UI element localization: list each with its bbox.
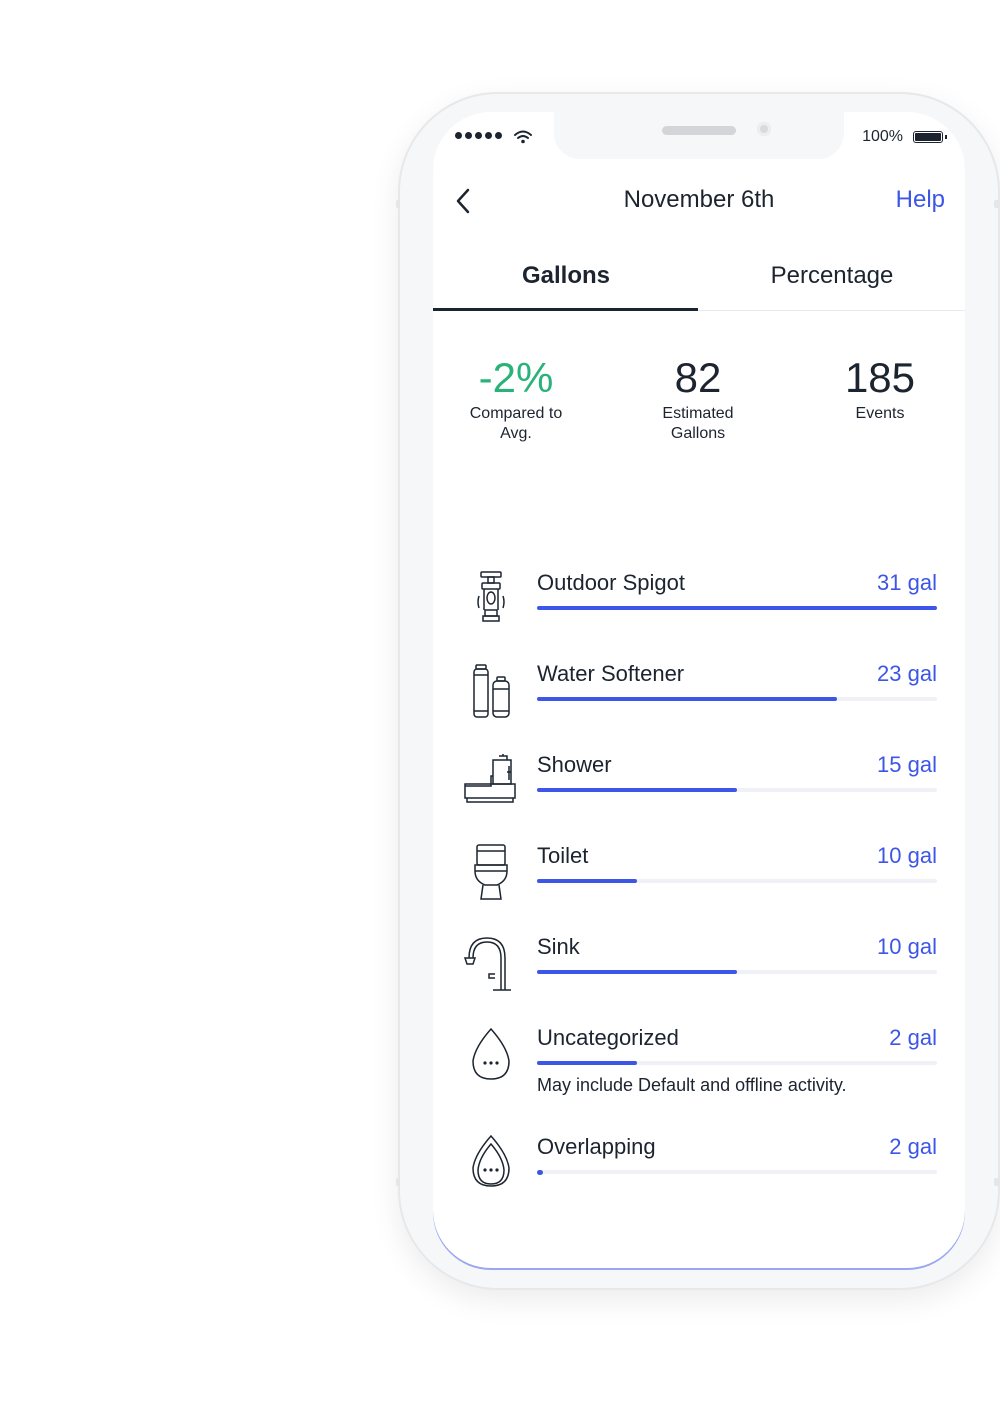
stat-events: 185 Events (805, 352, 955, 424)
nav-bar: November 6th Help (433, 176, 965, 226)
usage-bar-fill (537, 788, 737, 792)
category-value: 10 gal (877, 934, 937, 959)
category-value: 10 gal (877, 843, 937, 868)
spigot-icon (477, 571, 505, 622)
stat-value: -2% (478, 354, 554, 401)
phone-side-button (994, 1178, 1000, 1186)
stat-value: 185 (844, 354, 916, 401)
category-row[interactable]: Sink 10 gal (433, 934, 965, 1014)
overlapping-drop-icon (472, 1134, 510, 1187)
tab-bar: Gallons Percentage (433, 250, 965, 311)
signal-icon (455, 132, 502, 139)
category-row[interactable]: Uncategorized 2 gal May include Default … (433, 1025, 965, 1105)
toilet-icon (474, 844, 508, 900)
category-name: Outdoor Spigot (537, 570, 685, 595)
usage-bar-track (537, 879, 937, 883)
usage-bar-fill (537, 879, 637, 883)
usage-bar-track (537, 970, 937, 974)
usage-bar-fill (537, 606, 937, 610)
stat-label: Estimated Gallons (662, 405, 734, 442)
category-value: 15 gal (877, 752, 937, 777)
category-row[interactable]: Overlapping 2 gal (433, 1134, 965, 1214)
usage-bar-track (537, 788, 937, 792)
tab-percentage[interactable]: Percentage (699, 262, 965, 290)
category-row[interactable]: Outdoor Spigot 31 gal (433, 570, 965, 650)
usage-bar-fill (537, 1061, 637, 1065)
category-value: 23 gal (877, 661, 937, 686)
active-tab-indicator (433, 308, 698, 311)
usage-bar-fill (537, 970, 737, 974)
stat-value: 82 (674, 354, 722, 401)
page-title: November 6th (623, 186, 775, 213)
phone-side-button (994, 200, 1000, 208)
tab-gallons[interactable]: Gallons (433, 262, 699, 290)
shower-icon (464, 754, 516, 803)
help-link[interactable]: Help (896, 186, 945, 214)
category-row[interactable]: Water Softener 23 gal (433, 661, 965, 741)
usage-bar-track (537, 606, 937, 610)
category-name: Toilet (537, 843, 589, 868)
wifi-icon (514, 130, 532, 144)
category-name: Sink (537, 934, 580, 959)
category-note: May include Default and offline activity… (537, 1075, 847, 1095)
category-value: 2 gal (889, 1134, 937, 1159)
speaker-grille (662, 126, 736, 135)
category-name: Water Softener (537, 661, 685, 686)
category-name: Shower (537, 752, 612, 777)
battery-icon (913, 131, 947, 143)
category-value: 31 gal (877, 570, 937, 595)
stat-label: Compared to Avg. (469, 405, 563, 442)
usage-bar-track (537, 1170, 937, 1175)
phone-notch (554, 112, 844, 159)
battery-percent: 100% (862, 128, 903, 145)
stat-compared-to-avg: -2% Compared to Avg. (441, 352, 591, 444)
stat-estimated-gallons: 82 Estimated Gallons (623, 352, 773, 444)
phone-side-button (396, 200, 400, 208)
category-value: 2 gal (889, 1025, 937, 1050)
uncategorized-drop-icon (472, 1027, 510, 1080)
category-row[interactable]: Shower 15 gal (433, 752, 965, 832)
usage-bar-track (537, 697, 937, 701)
sink-icon (463, 937, 511, 991)
category-name: Overlapping (537, 1134, 656, 1159)
phone-screen: 100% November 6th Help Gallons Percentag… (433, 112, 965, 1268)
category-row[interactable]: Toilet 10 gal (433, 843, 965, 923)
usage-bar-fill (537, 1170, 543, 1175)
front-camera (757, 122, 771, 136)
usage-bar-track (537, 1061, 937, 1065)
stat-label: Events (855, 405, 905, 422)
category-name: Uncategorized (537, 1025, 679, 1050)
water-softener-icon (473, 664, 510, 718)
usage-bar-fill (537, 697, 837, 701)
phone-side-button (396, 1178, 400, 1186)
